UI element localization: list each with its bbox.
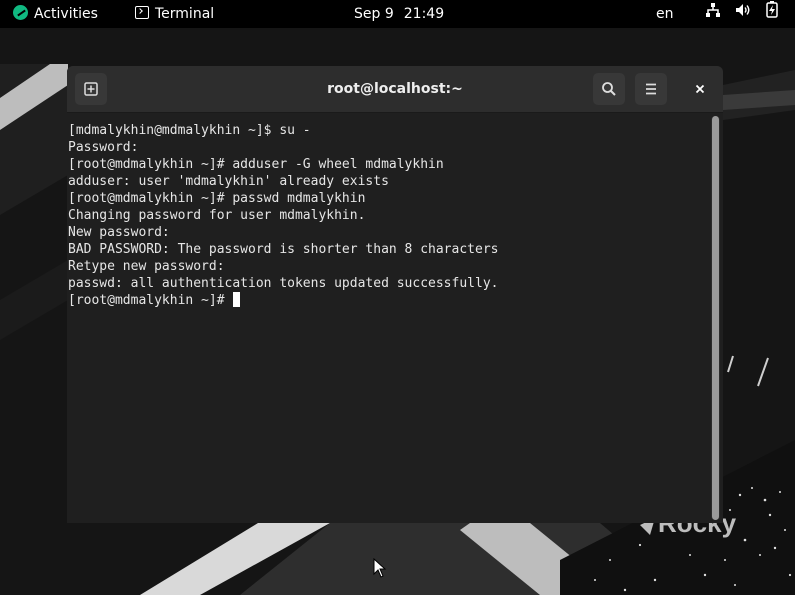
terminal-app-icon (135, 6, 149, 19)
volume-icon (735, 0, 751, 28)
hamburger-menu-button[interactable] (635, 73, 667, 105)
terminal-line: [root@mdmalykhin ~]# passwd mdmalykhin (68, 191, 366, 206)
hamburger-icon (646, 83, 656, 95)
clock-time: 21:49 (403, 6, 445, 22)
close-button[interactable] (684, 73, 716, 105)
mouse-pointer-icon (373, 558, 387, 578)
terminal-line: adduser: user 'mdmalykhin' already exist… (68, 174, 389, 189)
terminal-line: passwd: all authentication tokens update… (68, 276, 499, 291)
desktop: Rocky Activities Terminal Sep 921:49 en (0, 0, 795, 595)
terminal-prompt-line: [root@mdmalykhin ~]# (68, 292, 498, 309)
terminal-line: BAD PASSWORD: The password is shorter th… (68, 242, 499, 257)
clock-button[interactable]: Sep 9 21:49 (354, 0, 444, 28)
system-menu-button[interactable] (705, 0, 788, 28)
text-cursor (233, 292, 241, 307)
search-button[interactable] (593, 73, 625, 105)
activities-label: Activities (34, 6, 98, 22)
network-icon (705, 0, 721, 28)
terminal-line: New password: (68, 225, 170, 240)
rocky-logo-icon (13, 5, 28, 20)
battery-icon (766, 0, 778, 28)
scrollbar-thumb[interactable] (712, 116, 719, 520)
new-tab-icon (84, 82, 98, 96)
app-menu-label: Terminal (155, 6, 215, 22)
close-icon (695, 84, 705, 94)
terminal-line: Password: (68, 140, 139, 155)
activities-button[interactable]: Activities (13, 0, 98, 28)
new-tab-button[interactable] (75, 73, 107, 105)
terminal-scrollbar[interactable] (711, 116, 720, 520)
terminal-line: [root@mdmalykhin ~]# adduser -G wheel md… (68, 157, 444, 172)
terminal-line: Changing password for user mdmalykhin. (68, 208, 366, 223)
clock-date: Sep 9 (354, 6, 394, 22)
terminal-lines: [mdmalykhin@mdmalykhin ~]$ su - Password… (68, 122, 498, 309)
terminal-header-bar[interactable]: root@localhost:~ (67, 66, 723, 113)
terminal-output-area[interactable]: [mdmalykhin@mdmalykhin ~]$ su - Password… (68, 113, 708, 523)
terminal-window[interactable]: root@localhost:~ [mdmalykhin@mdmalykhin … (67, 66, 723, 523)
input-language-label: en (656, 6, 674, 22)
app-menu-button[interactable]: Terminal (135, 0, 214, 28)
terminal-prompt: [root@mdmalykhin ~]# (68, 293, 233, 308)
top-bar: Activities Terminal Sep 9 21:49 en (0, 0, 795, 28)
search-icon (602, 82, 616, 96)
input-language-indicator[interactable]: en (656, 0, 674, 28)
terminal-line: Retype new password: (68, 259, 225, 274)
terminal-line: [mdmalykhin@mdmalykhin ~]$ su - (68, 123, 311, 138)
